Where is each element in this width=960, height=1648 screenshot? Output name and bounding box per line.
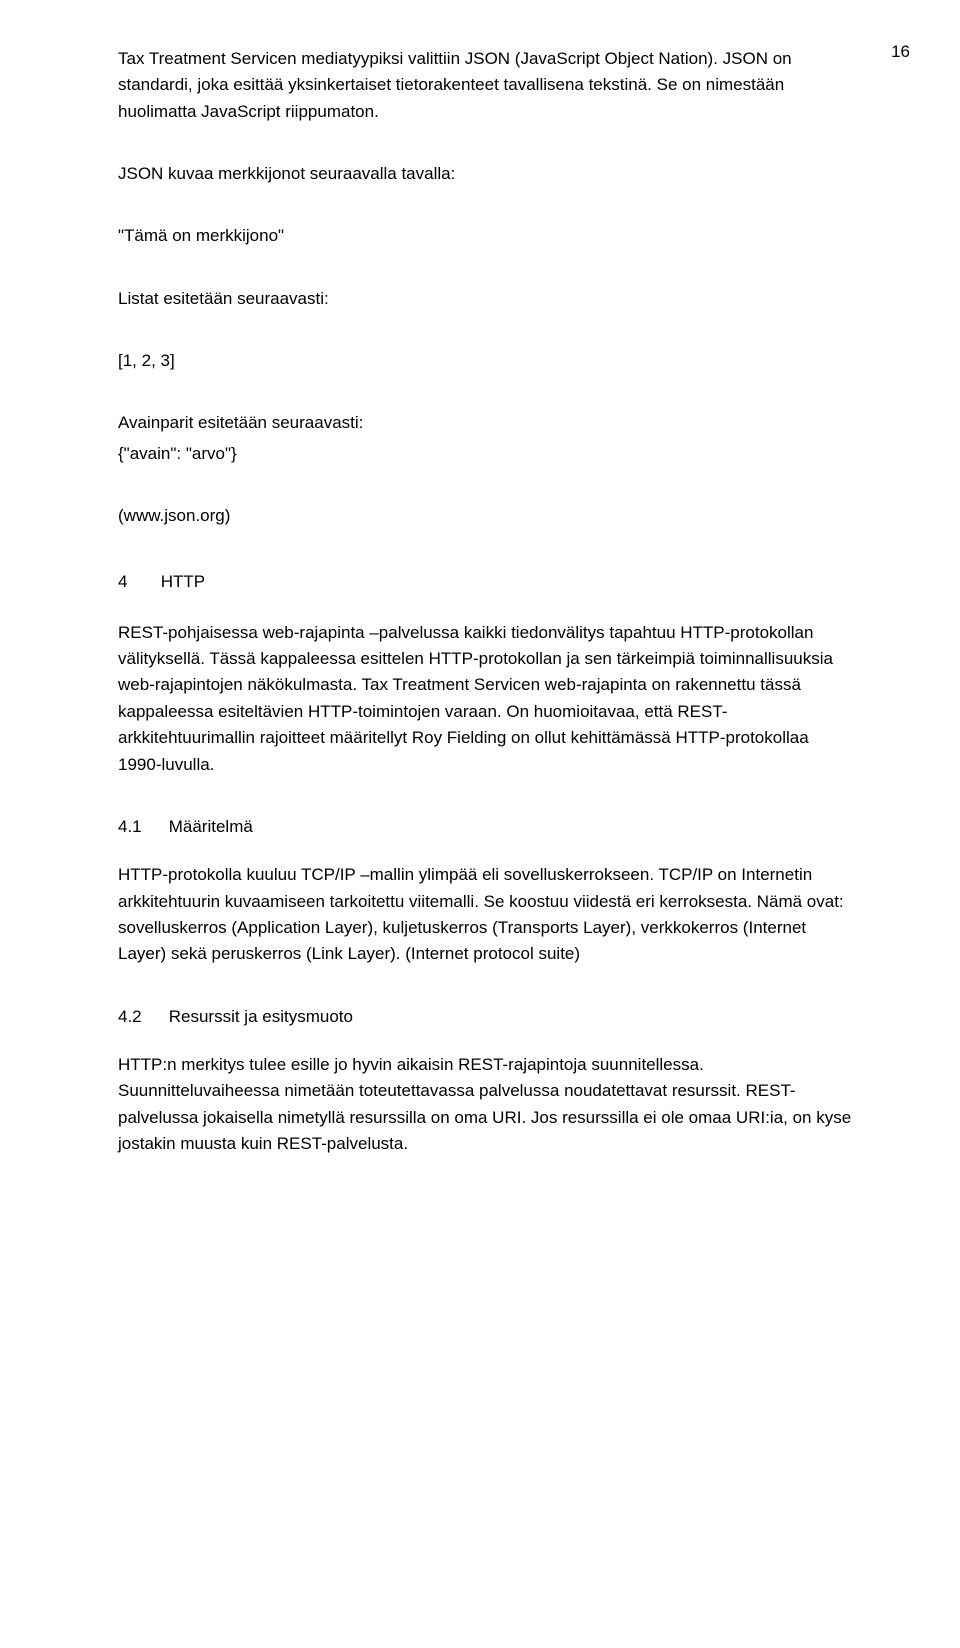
subsection-title: Määritelmä [169,817,253,836]
paragraph: HTTP:n merkitys tulee esille jo hyvin ai… [118,1052,854,1157]
subsection-number: 4.2 [118,1004,164,1030]
subsection-heading-4-2: 4.2 Resurssit ja esitysmuoto [118,1004,854,1030]
section-title: HTTP [161,572,205,591]
paragraph: HTTP-protokolla kuuluu TCP/IP –mallin yl… [118,862,854,967]
code-example-keyvalue: {"avain": "arvo"} [118,441,854,467]
section-number: 4 [118,569,156,595]
paragraph: Avainparit esitetään seuraavasti: [118,410,854,436]
subsection-heading-4-1: 4.1 Määritelmä [118,814,854,840]
section-heading-4: 4 HTTP [118,569,854,595]
citation: (www.json.org) [118,503,854,529]
page-number: 16 [891,42,910,62]
paragraph: Tax Treatment Servicen mediatyypiksi val… [118,46,854,125]
code-example-string: "Tämä on merkkijono" [118,223,854,249]
code-example-list: [1, 2, 3] [118,348,854,374]
page-container: 16 Tax Treatment Servicen mediatyypiksi … [0,0,960,1648]
subsection-number: 4.1 [118,814,164,840]
subsection-title: Resurssit ja esitysmuoto [169,1007,353,1026]
paragraph: REST-pohjaisessa web-rajapinta –palvelus… [118,620,854,778]
paragraph: Listat esitetään seuraavasti: [118,286,854,312]
paragraph: JSON kuvaa merkkijonot seuraavalla taval… [118,161,854,187]
